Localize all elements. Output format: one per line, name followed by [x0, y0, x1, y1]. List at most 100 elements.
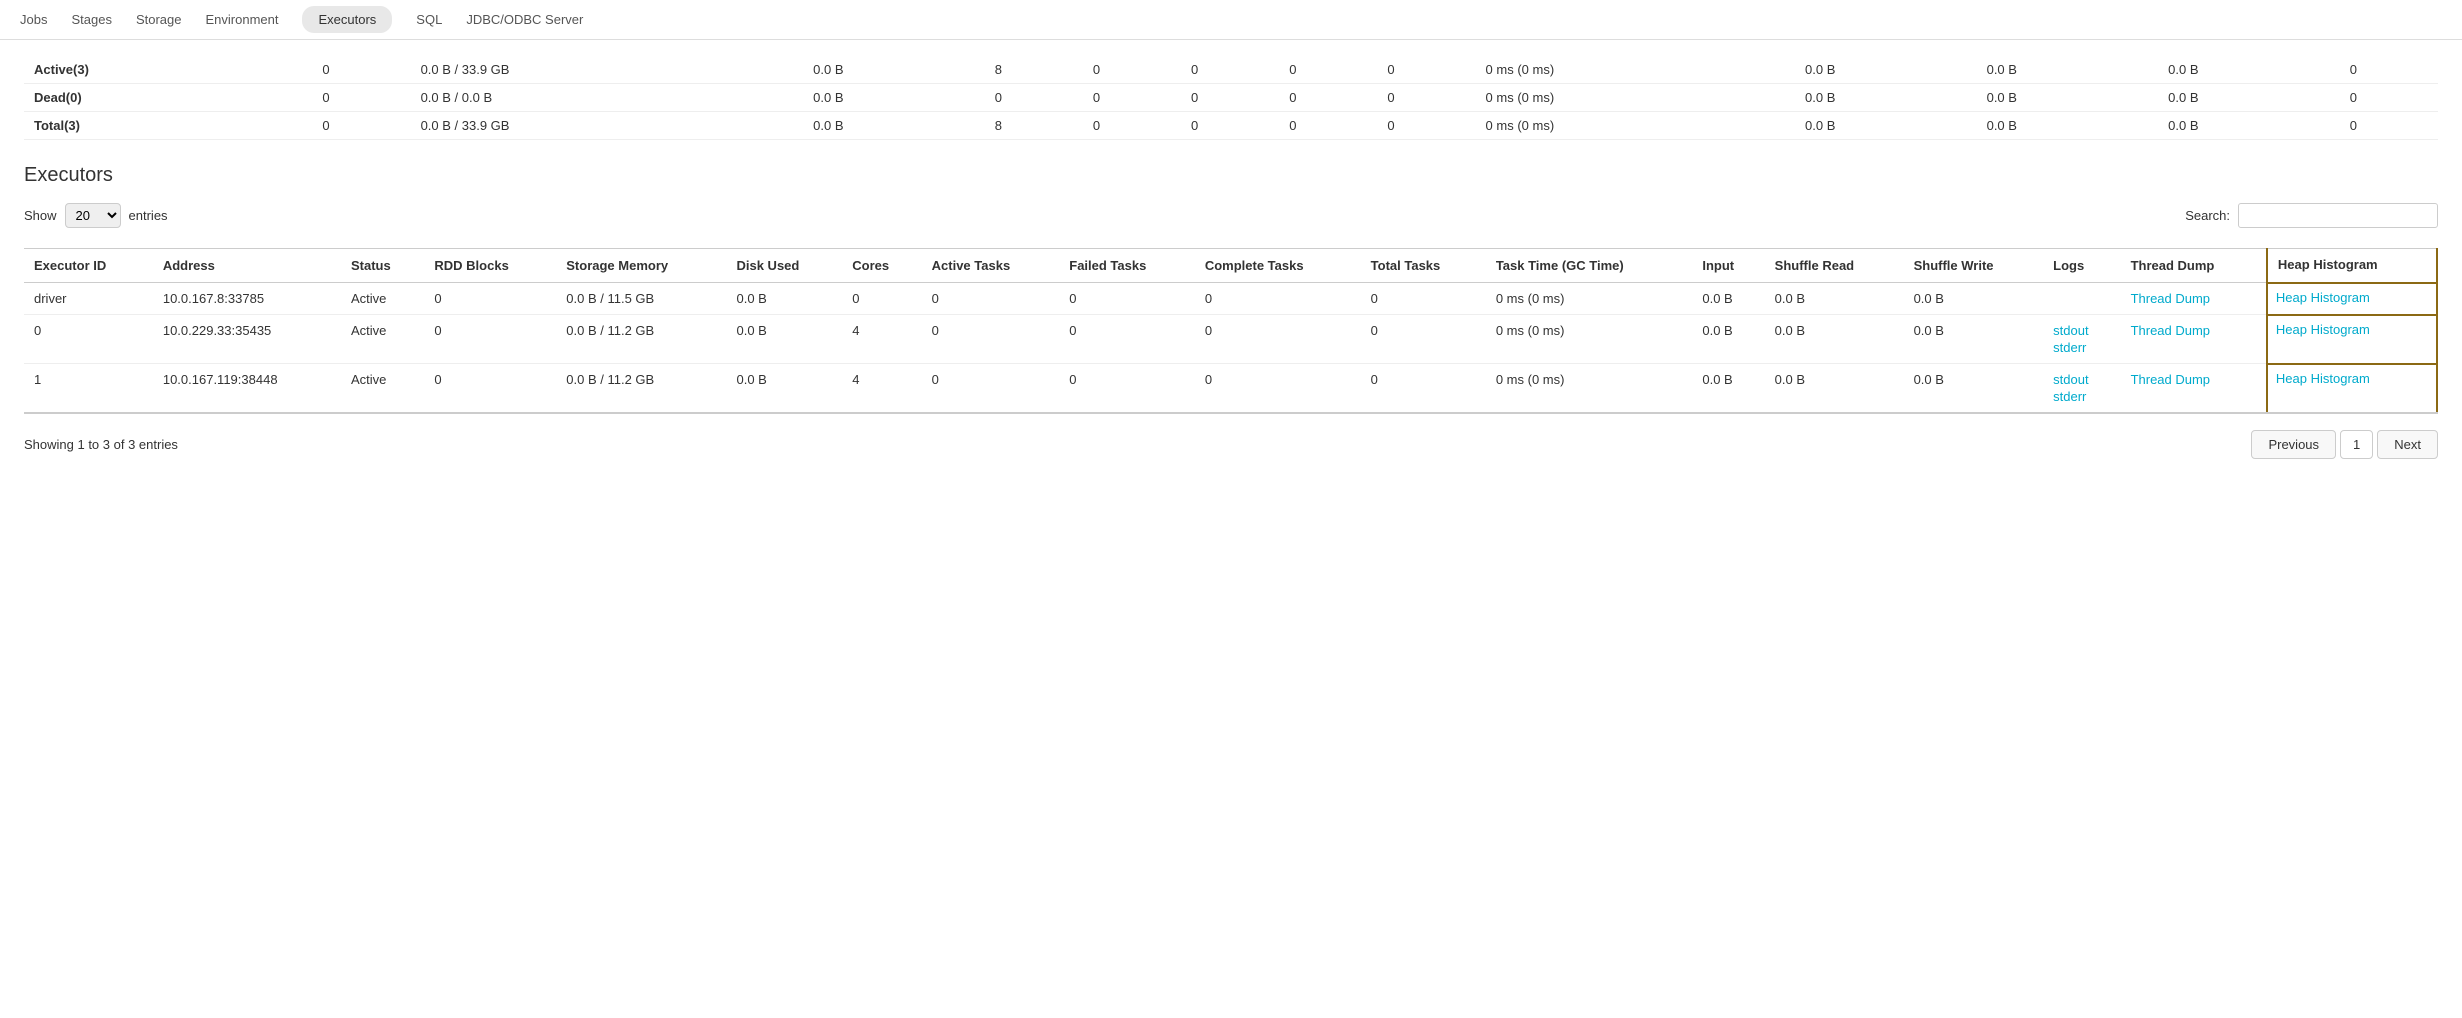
complete-tasks-cell: 0	[1195, 364, 1361, 414]
complete-tasks-cell: 0	[1195, 283, 1361, 315]
active-tasks-cell: 0	[922, 364, 1060, 414]
footer-row: Showing 1 to 3 of 3 entries Previous 1 N…	[24, 430, 2438, 459]
table-row: 110.0.167.119:38448Active00.0 B / 11.2 G…	[24, 364, 2437, 414]
shuffle-read-cell: 0.0 B	[1765, 364, 1904, 414]
th-task-time: Task Time (GC Time)	[1486, 249, 1693, 283]
heap-histogram-link[interactable]: Heap Histogram	[2276, 322, 2370, 337]
failed-tasks-cell: 0	[1059, 364, 1195, 414]
log-link-stdout[interactable]: stdout	[2053, 372, 2110, 387]
summary-row: Total(3)00.0 B / 33.9 GB0.0 B800000 ms (…	[24, 112, 2438, 140]
heap-histogram-link[interactable]: Heap Histogram	[2276, 290, 2370, 305]
nav-bar: Jobs Stages Storage Environment Executor…	[0, 0, 2462, 40]
th-logs: Logs	[2043, 249, 2120, 283]
thread-dump-link[interactable]: Thread Dump	[2131, 323, 2210, 338]
nav-storage[interactable]: Storage	[136, 4, 182, 35]
heap-histogram-cell: Heap Histogram	[2267, 283, 2437, 315]
total-tasks-cell: 0	[1361, 315, 1486, 364]
rdd-blocks-cell: 0	[424, 315, 556, 364]
shuffle-write-cell: 0.0 B	[1904, 283, 2044, 315]
nav-stages[interactable]: Stages	[71, 4, 111, 35]
task-time-cell: 0 ms (0 ms)	[1486, 364, 1693, 414]
thread-dump-cell: Thread Dump	[2121, 364, 2267, 414]
show-entries: Show 20 50 100 entries	[24, 203, 168, 228]
th-complete-tasks: Complete Tasks	[1195, 249, 1361, 283]
address-cell: 10.0.167.8:33785	[153, 283, 341, 315]
rdd-blocks-cell: 0	[424, 283, 556, 315]
cores-cell: 4	[842, 364, 921, 414]
th-input: Input	[1692, 249, 1764, 283]
heap-histogram-cell: Heap Histogram	[2267, 315, 2437, 364]
address-cell: 10.0.167.119:38448	[153, 364, 341, 414]
status-cell: Active	[341, 283, 424, 315]
shuffle-write-cell: 0.0 B	[1904, 364, 2044, 414]
nav-jobs[interactable]: Jobs	[20, 4, 47, 35]
section-title: Executors	[24, 164, 2438, 187]
summary-row: Dead(0)00.0 B / 0.0 B0.0 B000000 ms (0 m…	[24, 84, 2438, 112]
failed-tasks-cell: 0	[1059, 283, 1195, 315]
storage-memory-cell: 0.0 B / 11.2 GB	[556, 315, 726, 364]
logs-cell: stdout stderr	[2043, 315, 2120, 364]
input-cell: 0.0 B	[1692, 315, 1764, 364]
th-disk-used: Disk Used	[726, 249, 842, 283]
disk-used-cell: 0.0 B	[726, 283, 842, 315]
search-input[interactable]	[2238, 203, 2438, 228]
disk-used-cell: 0.0 B	[726, 315, 842, 364]
shuffle-read-cell: 0.0 B	[1765, 315, 1904, 364]
th-shuffle-read: Shuffle Read	[1765, 249, 1904, 283]
show-label: Show	[24, 208, 57, 223]
th-thread-dump: Thread Dump	[2121, 249, 2267, 283]
log-link-stdout[interactable]: stdout	[2053, 323, 2110, 338]
next-button[interactable]: Next	[2377, 430, 2438, 459]
rdd-blocks-cell: 0	[424, 364, 556, 414]
heap-histogram-link[interactable]: Heap Histogram	[2276, 371, 2370, 386]
executor-id-cell: 0	[24, 315, 153, 364]
cores-cell: 4	[842, 315, 921, 364]
thread-dump-cell: Thread Dump	[2121, 315, 2267, 364]
log-link-stderr[interactable]: stderr	[2053, 340, 2110, 355]
storage-memory-cell: 0.0 B / 11.2 GB	[556, 364, 726, 414]
logs-cell: stdout stderr	[2043, 364, 2120, 414]
logs-cell	[2043, 283, 2120, 315]
task-time-cell: 0 ms (0 ms)	[1486, 315, 1693, 364]
shuffle-read-cell: 0.0 B	[1765, 283, 1904, 315]
th-rdd-blocks: RDD Blocks	[424, 249, 556, 283]
th-address: Address	[153, 249, 341, 283]
log-link-stderr[interactable]: stderr	[2053, 389, 2110, 404]
executors-table: Executor ID Address Status RDD Blocks St…	[24, 248, 2438, 414]
summary-row: Active(3)00.0 B / 33.9 GB0.0 B800000 ms …	[24, 56, 2438, 84]
show-select[interactable]: 20 50 100	[65, 203, 121, 228]
nav-environment[interactable]: Environment	[206, 4, 279, 35]
cores-cell: 0	[842, 283, 921, 315]
disk-used-cell: 0.0 B	[726, 364, 842, 414]
nav-jdbc[interactable]: JDBC/ODBC Server	[466, 4, 583, 35]
previous-button[interactable]: Previous	[2251, 430, 2336, 459]
th-shuffle-write: Shuffle Write	[1904, 249, 2044, 283]
pagination: Previous 1 Next	[2251, 430, 2438, 459]
table-row: 010.0.229.33:35435Active00.0 B / 11.2 GB…	[24, 315, 2437, 364]
complete-tasks-cell: 0	[1195, 315, 1361, 364]
search-row: Search:	[2185, 203, 2438, 228]
th-failed-tasks: Failed Tasks	[1059, 249, 1195, 283]
executor-id-cell: driver	[24, 283, 153, 315]
summary-table: Active(3)00.0 B / 33.9 GB0.0 B800000 ms …	[24, 56, 2438, 140]
input-cell: 0.0 B	[1692, 283, 1764, 315]
input-cell: 0.0 B	[1692, 364, 1764, 414]
entries-label: entries	[129, 208, 168, 223]
total-tasks-cell: 0	[1361, 283, 1486, 315]
executor-id-cell: 1	[24, 364, 153, 414]
thread-dump-cell: Thread Dump	[2121, 283, 2267, 315]
page-number: 1	[2340, 430, 2373, 459]
nav-sql[interactable]: SQL	[416, 4, 442, 35]
main-content: Active(3)00.0 B / 33.9 GB0.0 B800000 ms …	[0, 40, 2462, 475]
shuffle-write-cell: 0.0 B	[1904, 315, 2044, 364]
th-total-tasks: Total Tasks	[1361, 249, 1486, 283]
storage-memory-cell: 0.0 B / 11.5 GB	[556, 283, 726, 315]
address-cell: 10.0.229.33:35435	[153, 315, 341, 364]
th-executor-id: Executor ID	[24, 249, 153, 283]
thread-dump-link[interactable]: Thread Dump	[2131, 291, 2210, 306]
th-status: Status	[341, 249, 424, 283]
nav-executors[interactable]: Executors	[302, 6, 392, 33]
th-active-tasks: Active Tasks	[922, 249, 1060, 283]
total-tasks-cell: 0	[1361, 364, 1486, 414]
thread-dump-link[interactable]: Thread Dump	[2131, 372, 2210, 387]
